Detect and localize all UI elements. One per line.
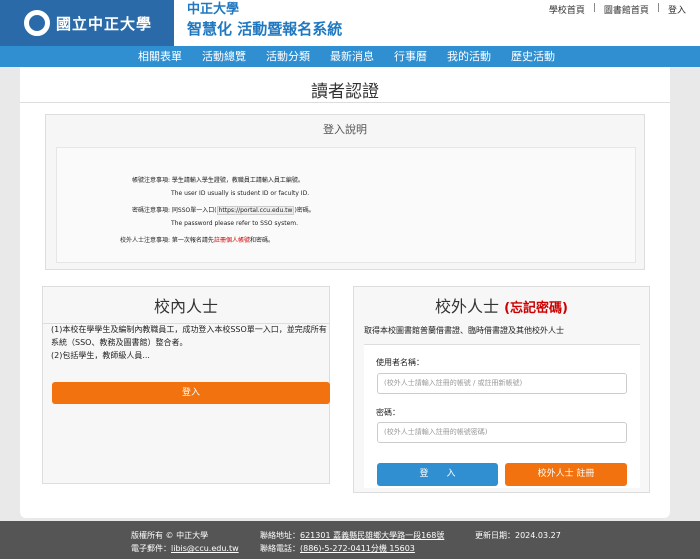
email-row: 電子郵件：libis@ccu.edu.tw [131,543,239,554]
nav-forms[interactable]: 相關表單 [138,46,182,67]
main-panel: 讀者認證 登入說明 帳號注意事項: 學生請輸入學生證號，教職員工請輸入員工編號。… [20,67,670,518]
account-text-en: The user ID usually is student ID or fac… [171,190,310,197]
password-label: 密碼： [376,408,400,417]
external-note: 校外人士注意事項: 第一次報名請先註冊個人帳號和密碼。 [57,235,274,244]
nav-history[interactable]: 歷史活動 [511,46,555,67]
divider: | [592,3,596,13]
updated-row: 更新日期：2024.03.27 [475,530,561,541]
account-text-zh: 學生請輸入學生證號，教職員工請輸入員工編號。 [171,177,304,184]
email-link[interactable]: libis@ccu.edu.tw [171,544,239,553]
internal-login-card: 校內人士 (1)本校在學學生及編制內教職員工，成功登入本校SSO單一入口，並完成… [42,286,330,484]
library-home-link[interactable]: 圖書館首頁 [604,3,649,16]
password-input[interactable]: (校外人士請輸入註冊的帳號密碼) [377,422,627,443]
password-note: 密碼注意事項: 同SSO單一入口(https://portal.ccu.edu.… [57,205,315,215]
university-logo[interactable]: 國立中正大學 [0,0,174,46]
external-register-button[interactable]: 校外人士 註冊 [505,463,627,486]
site-footer: 版權所有 © 中正大學 電子郵件：libis@ccu.edu.tw 聯絡地址：6… [0,521,700,559]
forgot-password-link[interactable]: (忘記密碼) [504,301,568,316]
login-link[interactable]: 登入 [668,3,686,16]
password-prefix: 同SSO單一入口( [171,207,217,214]
phone-label: 聯絡電話： [260,544,300,553]
address-label: 聯絡地址： [260,531,300,540]
phone-link[interactable]: (886)-5-272-0411分機 15603 [300,544,415,553]
address-row: 聯絡地址：621301 嘉義縣民雄鄉大學路一段168號 [260,530,444,541]
updated-date: 2024.03.27 [515,531,561,540]
account-label: 帳號注意事項: [131,177,170,184]
system-title: 智慧化 活動暨報名系統 [187,20,343,38]
username-label: 使用者名稱： [376,358,424,367]
internal-line-1: (1)本校在學學生及編制內教職員工，成功登入本校SSO單一入口，並完成所有系統（… [51,325,327,347]
address-link[interactable]: 621301 嘉義縣民雄鄉大學路一段168號 [300,531,444,540]
page-title: 讀者認證 [311,82,379,102]
external-login-card: 校外人士 (忘記密碼) 取得本校圖書館普蘭借書證、臨時借書證及其他校外人士 使用… [353,286,650,493]
email-label: 電子郵件： [131,544,171,553]
external-prefix: 第一次報名請先 [171,237,214,244]
external-suffix: 和密碼。 [249,237,274,244]
password-label: 密碼注意事項: [131,207,170,214]
copyright: 版權所有 © 中正大學 [131,531,209,540]
school-home-link[interactable]: 學校首頁 [549,3,585,16]
account-note: 帳號注意事項: 學生請輸入學生證號，教職員工請輸入員工編號。 [57,175,304,184]
main-nav: 相關表單 活動總覽 活動分類 最新消息 行事曆 我的活動 歷史活動 [0,46,700,67]
password-text-en: The password please refer to SSO system. [171,220,299,227]
logo-text: 國立中正大學 [56,14,153,33]
register-account-link[interactable]: 註冊個人帳號 [214,237,250,244]
seal-icon [24,10,50,36]
phone-row: 聯絡電話：(886)-5-272-0411分機 15603 [260,543,415,554]
notice-heading: 登入說明 [323,123,367,136]
university-name: 中正大學 [187,2,240,17]
nav-calendar[interactable]: 行事曆 [394,46,427,67]
external-label: 校外人士注意事項: [119,237,170,244]
divider [20,102,670,103]
portal-url[interactable]: https://portal.ccu.edu.tw [216,206,295,215]
nav-my-activities[interactable]: 我的活動 [447,46,491,67]
nav-overview[interactable]: 活動總覽 [202,46,246,67]
login-notice: 登入說明 帳號注意事項: 學生請輸入學生證號，教職員工請輸入員工編號。 The … [45,114,645,270]
external-login-button[interactable]: 登 入 [377,463,498,486]
username-input[interactable]: (校外人士請輸入註冊的帳號 / 或註冊新帳號) [377,373,627,394]
internal-description: (1)本校在學學生及編制內教職員工，成功登入本校SSO單一入口，並完成所有系統（… [51,323,327,362]
divider: | [656,3,660,13]
external-title: 校外人士 [435,297,500,316]
site-header: 國立中正大學 中正大學 智慧化 活動暨報名系統 學校首頁 | 圖書館首頁 | 登… [0,0,700,46]
external-login-form: 使用者名稱： (校外人士請輸入註冊的帳號 / 或註冊新帳號) 密碼： (校外人士… [364,344,640,488]
password-suffix: )密碼。 [294,207,315,214]
updated-label: 更新日期： [475,531,515,540]
site-title: 中正大學 智慧化 活動暨報名系統 [187,2,342,39]
nav-news[interactable]: 最新消息 [330,46,374,67]
internal-login-button[interactable]: 登入 [52,382,330,404]
notice-body: 帳號注意事項: 學生請輸入學生證號，教職員工請輸入員工編號。 The user … [56,147,636,263]
top-links: 學校首頁 | 圖書館首頁 | 登入 [549,3,686,16]
external-description: 取得本校圖書館普蘭借書證、臨時借書證及其他校外人士 [364,326,564,335]
internal-line-2: (2)包括學生，教師級人員... [51,351,150,360]
nav-categories[interactable]: 活動分類 [266,46,310,67]
internal-title: 校內人士 [153,297,218,316]
external-title-row: 校外人士 (忘記密碼) [354,293,649,317]
